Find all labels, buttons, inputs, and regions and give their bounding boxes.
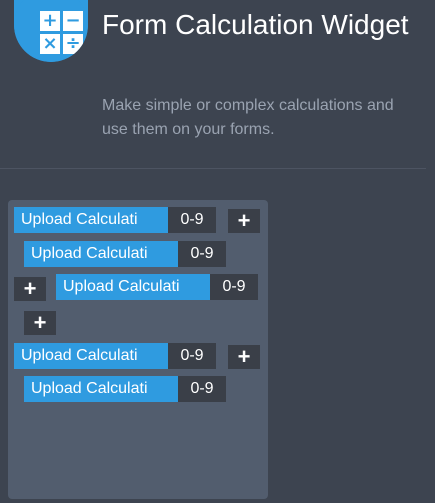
add-field-button[interactable]: + bbox=[228, 209, 260, 233]
upload-calculation-field[interactable]: Upload Calculati bbox=[56, 274, 210, 300]
minus-icon: − bbox=[63, 11, 83, 31]
page-subtitle: Make simple or complex calculations and … bbox=[102, 97, 394, 138]
header-divider bbox=[0, 168, 426, 169]
divide-icon: ÷ bbox=[63, 34, 83, 54]
upload-calculation-field[interactable]: Upload Calculati bbox=[24, 376, 178, 402]
upload-calculation-field[interactable]: Upload Calculati bbox=[14, 207, 168, 233]
calculator-logo-icon: + − × ÷ bbox=[14, 0, 88, 62]
range-field[interactable]: 0-9 bbox=[168, 343, 216, 369]
add-field-button[interactable]: + bbox=[228, 345, 260, 369]
calculation-row: Upload Calculati 0-9 bbox=[14, 343, 216, 369]
range-field[interactable]: 0-9 bbox=[178, 241, 226, 267]
plus-icon: + bbox=[40, 11, 60, 31]
calculator-grid: + − × ÷ bbox=[40, 11, 84, 55]
upload-calculation-field[interactable]: Upload Calculati bbox=[24, 241, 178, 267]
add-field-button[interactable]: + bbox=[14, 277, 46, 301]
upload-calculation-field[interactable]: Upload Calculati bbox=[14, 343, 168, 369]
add-field-button[interactable]: + bbox=[24, 311, 56, 335]
calculation-row: Upload Calculati 0-9 bbox=[24, 241, 226, 267]
page-title: Form Calculation Widget bbox=[102, 9, 409, 40]
range-field[interactable]: 0-9 bbox=[178, 376, 226, 402]
multiply-icon: × bbox=[40, 34, 60, 54]
range-field[interactable]: 0-9 bbox=[168, 207, 216, 233]
widget-header: + − × ÷ Form Calculation Widget Make sim… bbox=[0, 0, 435, 170]
calculation-row: Upload Calculati 0-9 bbox=[14, 207, 216, 233]
calculation-row: Upload Calculati 0-9 bbox=[56, 274, 258, 300]
range-field[interactable]: 0-9 bbox=[210, 274, 258, 300]
calculation-row: Upload Calculati 0-9 bbox=[24, 376, 226, 402]
calculation-builder-panel: Upload Calculati 0-9 + Upload Calculati … bbox=[8, 200, 268, 499]
